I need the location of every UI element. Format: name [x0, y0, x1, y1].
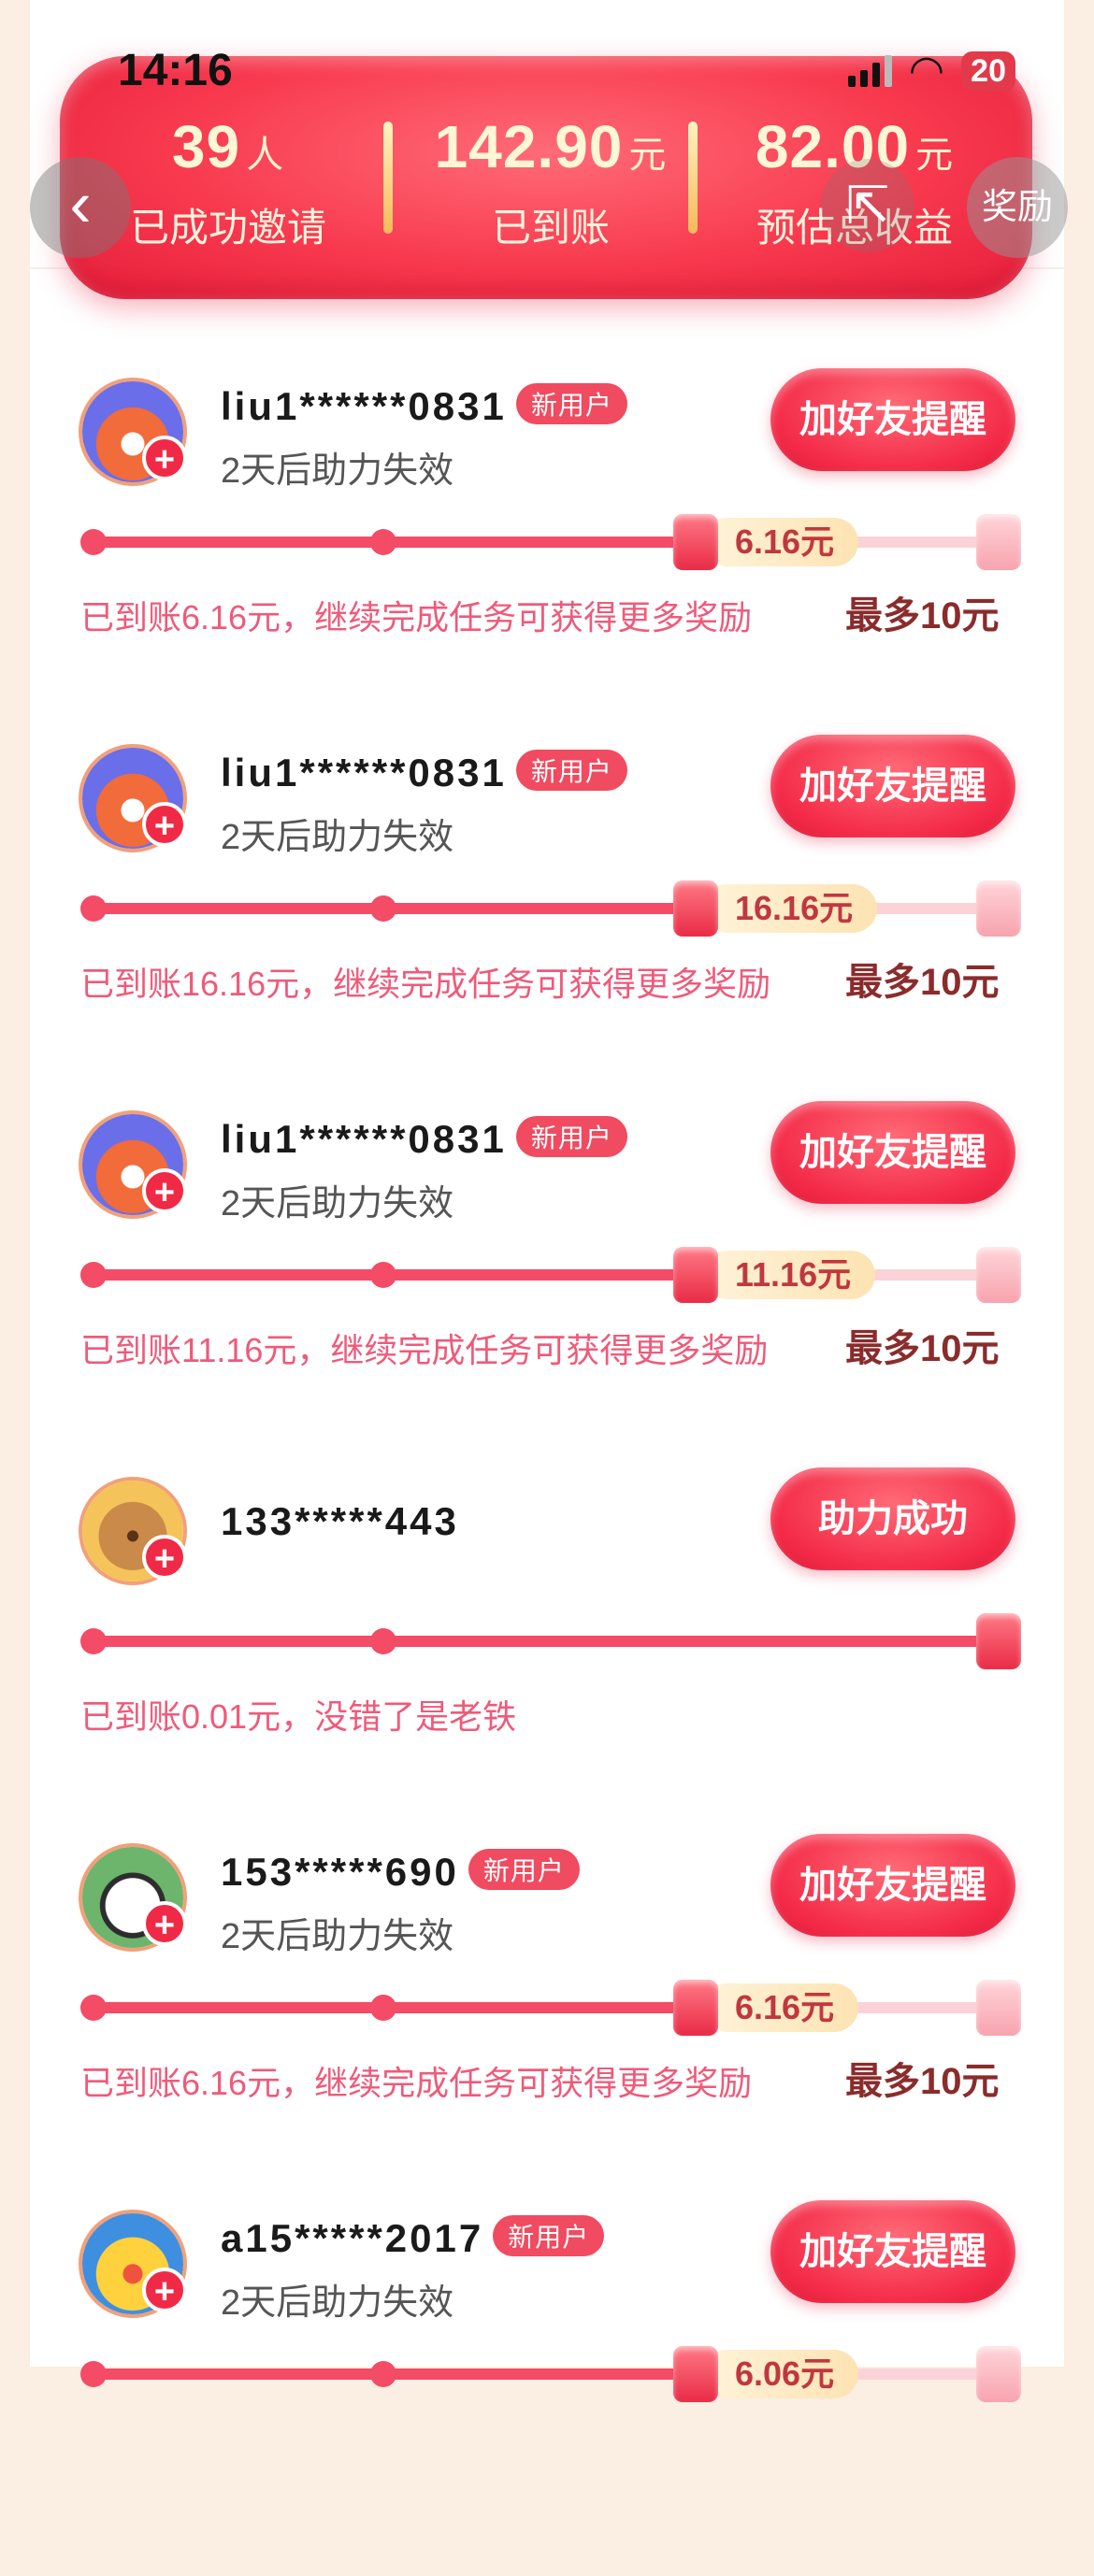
- progress-dot: [370, 1628, 396, 1654]
- chevron-left-icon: ‹: [69, 167, 92, 240]
- invitee-name: 133*****443: [221, 1499, 459, 1543]
- gift-box-icon: [976, 1980, 1021, 2036]
- stat-value: 142.90 元: [434, 113, 668, 180]
- new-user-badge: 新用户: [493, 2215, 605, 2256]
- invitee-card: + 153*****690 新用户 2天后助力失效 加好友提醒 6.16元 已到账…: [30, 1834, 1064, 2210]
- plus-icon: +: [142, 1901, 187, 1946]
- invitee-expiry: 2天后助力失效: [221, 2283, 454, 2323]
- amount-label: 6.16元: [703, 1983, 859, 2032]
- gift-box-icon: [976, 1247, 1021, 1303]
- remind-button[interactable]: 加好友提醒: [770, 2200, 1015, 2303]
- new-user-badge: 新用户: [515, 750, 627, 791]
- progress-dot: [80, 1262, 107, 1288]
- progress-note: 已到账11.16元，继续完成任务可获得更多奖励: [80, 1331, 769, 1369]
- invitee-card: + 133*****443 助力成功 已到账0.01元，没错了是老铁: [30, 1467, 1064, 1843]
- share-button[interactable]: ⇱: [821, 159, 914, 252]
- gift-box-icon: [673, 514, 718, 570]
- share-icon: ⇱: [845, 176, 890, 235]
- progress-dot: [370, 895, 396, 922]
- invitee-card: + liu1******0831 新用户 2天后助力失效 加好友提醒 16.16元…: [30, 735, 1064, 1110]
- invitee-name: liu1******0831 新用户: [221, 383, 627, 429]
- progress-dot: [370, 529, 396, 555]
- progress-dot: [80, 1628, 107, 1654]
- remind-button[interactable]: 加好友提醒: [770, 1101, 1015, 1204]
- invitee-card: + a15*****2017 新用户 2天后助力失效 加好友提醒 6.06元: [30, 2200, 1064, 2576]
- new-user-badge: 新用户: [515, 383, 627, 424]
- stat-label: 已到账: [491, 206, 610, 250]
- progress-dot: [80, 529, 107, 555]
- gift-box-icon: [673, 2346, 718, 2402]
- new-user-badge: 新用户: [468, 1849, 580, 1890]
- progress-track: [80, 1613, 1021, 1669]
- max-reward: 最多10元: [845, 595, 1000, 637]
- progress-dot: [80, 895, 107, 922]
- progress-dot: [370, 2361, 396, 2387]
- max-reward: 最多10元: [845, 962, 1000, 1003]
- invitee-card: + liu1******0831 新用户 2天后助力失效 加好友提醒 11.16元…: [30, 1101, 1064, 1477]
- invitee-expiry: 2天后助力失效: [221, 1917, 454, 1956]
- plus-icon: +: [142, 1168, 187, 1213]
- stat-value: 39 人: [171, 113, 285, 180]
- amount-label: 6.06元: [703, 2350, 859, 2398]
- progress-dot: [80, 2361, 107, 2387]
- invitee-card: + liu1******0831 新用户 2天后助力失效 加好友提醒 6.16元 …: [30, 368, 1064, 744]
- wifi-icon: ◠: [908, 48, 945, 93]
- progress-fill: [86, 1636, 1021, 1647]
- amount-label: 11.16元: [703, 1251, 876, 1299]
- progress-track: 6.16元: [80, 514, 1021, 570]
- invitee-expiry: 2天后助力失效: [221, 1184, 454, 1224]
- amount-label: 16.16元: [703, 884, 878, 933]
- status-time: 14:16: [118, 46, 233, 95]
- plus-icon: +: [142, 1535, 187, 1580]
- max-reward: 最多10元: [845, 2061, 1000, 2102]
- gift-box-icon: [673, 1247, 718, 1303]
- remind-button[interactable]: 加好友提醒: [770, 368, 1015, 471]
- battery-icon: 20: [961, 50, 1015, 92]
- status-icons: ◠ 20: [847, 48, 1015, 93]
- new-user-badge: 新用户: [515, 1116, 627, 1157]
- gift-box-icon: [673, 1980, 718, 2036]
- invitee-name: 153*****690 新用户: [221, 1849, 580, 1895]
- progress-track: 11.16元: [80, 1247, 1021, 1303]
- remind-button[interactable]: 助力成功: [770, 1467, 1015, 1570]
- plus-icon: +: [142, 802, 187, 847]
- remind-button[interactable]: 加好友提醒: [770, 735, 1015, 837]
- amount-label: 6.16元: [703, 518, 859, 566]
- progress-dot: [80, 1995, 107, 2021]
- progress-note: 已到账6.16元，继续完成任务可获得更多奖励: [80, 2064, 753, 2102]
- gift-box-icon: [673, 880, 718, 937]
- progress-note: 已到账0.01元，没错了是老铁: [80, 1697, 517, 1736]
- gift-box-icon: [976, 2346, 1021, 2402]
- plus-icon: +: [142, 2268, 187, 2312]
- progress-dot: [370, 1995, 396, 2021]
- progress-dot: [370, 1262, 396, 1288]
- progress-track: 6.16元: [80, 1980, 1021, 2036]
- plus-icon: +: [142, 436, 187, 480]
- remind-button[interactable]: 加好友提醒: [770, 1834, 1015, 1937]
- reward-button[interactable]: 奖励: [967, 157, 1068, 258]
- progress-note: 已到账16.16元，继续完成任务可获得更多奖励: [80, 965, 771, 1003]
- signal-icon: [847, 55, 892, 87]
- gift-box-icon: [976, 1613, 1021, 1669]
- invitee-name: a15*****2017 新用户: [221, 2215, 605, 2261]
- invitee-expiry: 2天后助力失效: [221, 818, 454, 857]
- max-reward: 最多10元: [845, 1328, 1000, 1369]
- back-button[interactable]: ‹: [30, 157, 131, 258]
- invitee-expiry: 2天后助力失效: [221, 451, 454, 491]
- credited-stat[interactable]: 142.90 元 已到账: [392, 56, 710, 299]
- invitee-name: liu1******0831 新用户: [221, 750, 627, 795]
- gift-box-icon: [976, 514, 1021, 570]
- progress-note: 已到账6.16元，继续完成任务可获得更多奖励: [80, 598, 753, 637]
- progress-track: 6.06元: [80, 2346, 1021, 2402]
- gift-box-icon: [976, 880, 1021, 937]
- progress-track: 16.16元: [80, 880, 1021, 937]
- invitee-name: liu1******0831 新用户: [221, 1116, 627, 1162]
